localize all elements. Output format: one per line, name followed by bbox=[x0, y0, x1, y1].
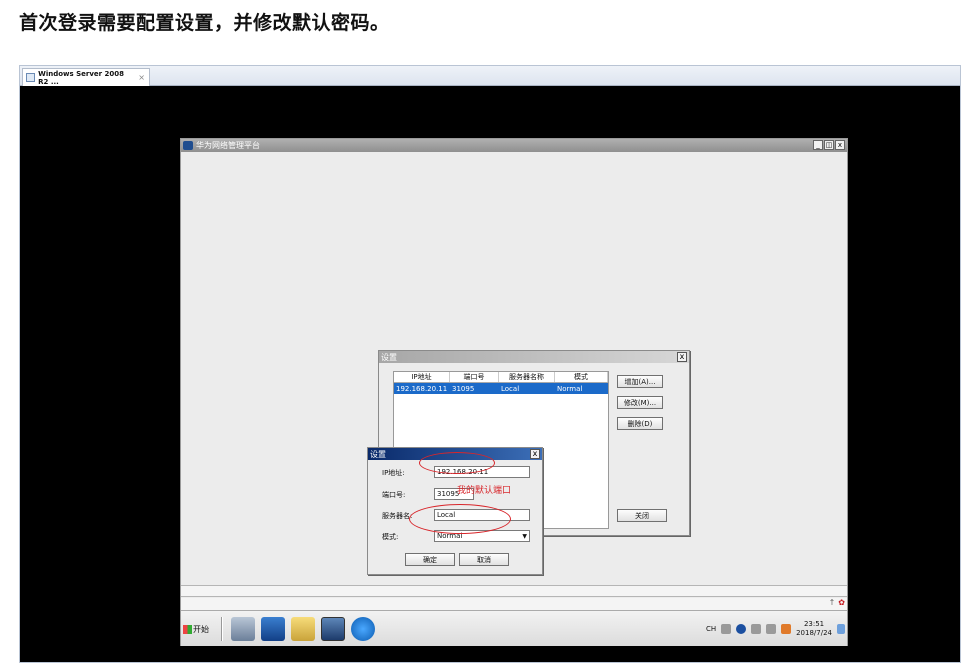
tab-windows-server[interactable]: Windows Server 2008 R2 ... × bbox=[22, 68, 150, 86]
dialog-title: 设置 bbox=[368, 448, 542, 460]
vm-viewer: Windows Server 2008 R2 ... × 华为网络管理平台 _ … bbox=[19, 65, 961, 663]
cell-ip: 192.168.20.11 bbox=[396, 384, 448, 393]
window-controls: _ ◫ x bbox=[813, 140, 845, 150]
minimize-button[interactable]: _ bbox=[813, 140, 823, 150]
volume-icon[interactable] bbox=[781, 624, 792, 634]
start-label: 开始 bbox=[193, 624, 209, 634]
status-bar bbox=[181, 585, 847, 597]
dialog-title: 设置 bbox=[379, 351, 689, 363]
huawei-logo-icon: ✿ bbox=[838, 598, 845, 607]
clock-date: 2018/7/24 bbox=[796, 629, 832, 637]
network-manager-icon[interactable] bbox=[321, 617, 345, 641]
mode-value: Normal bbox=[437, 532, 463, 540]
taskbar: 开始 CH 23:51 2018/7/24 bbox=[181, 610, 847, 646]
column-header[interactable]: 服务器名称 bbox=[499, 372, 555, 382]
modify-button[interactable]: 修改(M)... bbox=[617, 396, 663, 409]
app-window: 华为网络管理平台 _ ◫ x ↑ ✿ 开始 CH 23:51 2018/7/24… bbox=[180, 138, 848, 646]
server-manager-icon[interactable] bbox=[231, 617, 255, 641]
app-title: 华为网络管理平台 bbox=[196, 141, 260, 150]
delete-button[interactable]: 删除(D) bbox=[617, 417, 663, 430]
cell-port: 31095 bbox=[452, 384, 475, 393]
cell-mode: Normal bbox=[557, 384, 583, 393]
show-desktop-button[interactable] bbox=[837, 624, 845, 634]
keyboard-icon[interactable] bbox=[721, 624, 732, 634]
app-titlebar: 华为网络管理平台 _ ◫ x bbox=[181, 139, 847, 152]
windows-flag-icon bbox=[183, 624, 192, 634]
system-tray: CH 23:51 2018/7/24 bbox=[706, 616, 845, 642]
cell-server: Local bbox=[501, 384, 520, 393]
network-status-icon[interactable]: ↑ bbox=[829, 598, 836, 607]
taskbar-separator bbox=[221, 617, 223, 641]
ok-button[interactable]: 确定 bbox=[405, 553, 455, 566]
page-heading: 首次登录需要配置设置，并修改默认密码。 bbox=[19, 12, 390, 34]
chevron-down-icon: ▼ bbox=[522, 532, 527, 540]
tab-label: Windows Server 2008 R2 ... bbox=[38, 69, 125, 86]
dialog-close-button[interactable]: x bbox=[530, 449, 540, 459]
internet-explorer-icon[interactable] bbox=[351, 617, 375, 641]
column-header[interactable]: IP地址 bbox=[394, 372, 450, 382]
language-indicator[interactable]: CH bbox=[706, 625, 716, 633]
close-dialog-button[interactable]: 关闭 bbox=[617, 509, 667, 522]
mode-select[interactable]: Normal ▼ bbox=[434, 530, 530, 542]
restore-button[interactable]: ◫ bbox=[824, 140, 834, 150]
mode-label: 模式: bbox=[382, 533, 399, 541]
app-logo-icon bbox=[183, 141, 193, 150]
cancel-button[interactable]: 取消 bbox=[459, 553, 509, 566]
powershell-icon[interactable] bbox=[261, 617, 285, 641]
port-label: 端口号: bbox=[382, 491, 406, 499]
flag-icon[interactable] bbox=[751, 624, 762, 634]
status-bar-secondary: ↑ ✿ bbox=[181, 598, 847, 610]
clock[interactable]: 23:51 2018/7/24 bbox=[796, 620, 832, 638]
help-icon[interactable] bbox=[736, 624, 747, 634]
clock-time: 23:51 bbox=[803, 620, 825, 628]
column-header[interactable]: 端口号 bbox=[450, 372, 499, 382]
list-header: IP地址 端口号 服务器名称 模式 bbox=[394, 372, 608, 383]
tab-bar: Windows Server 2008 R2 ... × bbox=[20, 66, 960, 86]
ip-label: IP地址: bbox=[382, 469, 405, 477]
vm-icon bbox=[26, 73, 36, 82]
column-header[interactable]: 模式 bbox=[555, 372, 608, 382]
settings-edit-dialog: 设置 x IP地址: 192.168.20.11 端口号: 31095 服务器名… bbox=[367, 447, 543, 575]
network-icon[interactable] bbox=[766, 624, 777, 634]
server-input[interactable]: Local bbox=[434, 509, 530, 521]
close-button[interactable]: x bbox=[835, 140, 845, 150]
tab-close-icon[interactable]: × bbox=[138, 73, 145, 82]
dialog-close-button[interactable]: x bbox=[677, 352, 687, 362]
server-label: 服务器名: bbox=[382, 512, 413, 520]
ip-input[interactable]: 192.168.20.11 bbox=[434, 466, 530, 478]
table-row[interactable]: 192.168.20.11 31095 Local Normal bbox=[394, 383, 608, 394]
explorer-icon[interactable] bbox=[291, 617, 315, 641]
start-button[interactable]: 开始 bbox=[183, 620, 215, 638]
add-button[interactable]: 增加(A)... bbox=[617, 375, 663, 388]
annotation-text: 我的默认端口 bbox=[457, 486, 512, 496]
